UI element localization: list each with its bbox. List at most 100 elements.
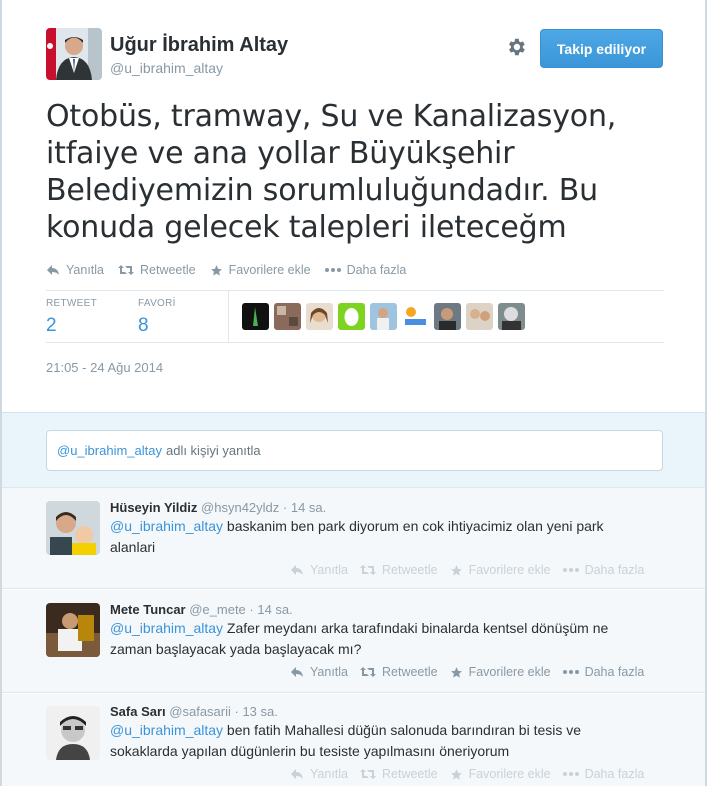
reply-avatar[interactable] [46,706,100,760]
reply-time[interactable]: · 14 sa. [249,602,292,617]
reply-input-placeholder: adlı kişiyi yanıtla [165,443,261,458]
reply-text: @u_ibrahim_altay ben fatih Mahallesi düğ… [110,720,650,762]
favorite-action[interactable]: Favorilere ekle [450,665,551,679]
reply-tweet[interactable]: Hüseyin Yildiz @hsyn42yldz · 14 sa. @u_i… [2,488,705,589]
retweet-label: Retweetle [140,263,196,277]
reply-mention[interactable]: @u_ibrahim_altay [110,722,223,738]
more-label: Daha fazla [584,665,645,679]
star-icon [450,564,462,576]
retweet-stat[interactable]: RETWEET 2 [46,298,97,337]
favorite-stat-label: FAVORİ [138,298,176,309]
gear-icon[interactable] [505,36,527,58]
reply-author-handle[interactable]: @e_mete [189,602,246,617]
favorite-action[interactable]: Favorilere ekle [450,767,551,781]
more-label: Daha fazla [346,263,407,277]
tweet-stats: RETWEET 2 FAVORİ 8 [46,290,664,343]
favoriter-avatar[interactable] [274,303,301,330]
reply-avatar[interactable] [46,603,100,657]
reply-action[interactable]: Yanıtla [46,263,104,277]
author-name[interactable]: Uğur İbrahim Altay [110,34,288,57]
reply-input-mention: @u_ibrahim_altay [57,443,162,458]
tweet-text: Otobüs, tramway, Su ve Kanalizasyon, itf… [46,99,617,245]
main-tweet: Uğur İbrahim Altay @u_ibrahim_altay Taki… [2,0,705,412]
favorite-count: 8 [138,315,149,336]
reply-avatar[interactable] [46,501,100,555]
stats-divider [228,291,229,343]
favorite-label: Favorilere ekle [468,665,551,679]
retweet-action[interactable]: Retweetle [360,563,438,577]
retweet-icon [118,265,134,275]
favorite-label: Favorilere ekle [468,563,551,577]
star-icon [210,264,222,276]
more-action[interactable]: Daha fazla [324,263,407,277]
reply-icon [47,265,59,275]
reply-text: @u_ibrahim_altay baskanim ben park diyor… [110,516,650,558]
favorite-label: Favorilere ekle [468,767,551,781]
reply-author-name[interactable]: Safa Sarı [110,704,166,719]
following-button[interactable]: Takip ediliyor [540,29,663,68]
retweet-label: Retweetle [382,767,438,781]
reply-label: Yanıtla [310,767,348,781]
reply-area: @u_ibrahim_altay adlı kişiyi yanıtla [2,412,705,488]
reply-label: Yanıtla [66,263,104,277]
favoriter-avatar[interactable] [466,303,493,330]
favorite-action[interactable]: Favorilere ekle [450,563,551,577]
reply-icon [291,667,303,677]
reply-icon [291,769,303,779]
favoriter-avatar[interactable] [498,303,525,330]
more-dots-icon [562,568,579,572]
reply-action[interactable]: Yanıtla [290,767,348,781]
retweet-count: 2 [46,315,57,336]
reply-action[interactable]: Yanıtla [290,665,348,679]
star-icon [450,768,462,780]
reply-header: Safa Sarı @safasarii · 13 sa. [110,704,278,719]
tweet-actions: Yanıtla Retweetle Favorilere ekle Daha f… [46,263,420,277]
reply-time[interactable]: · 13 sa. [235,704,278,719]
author-avatar[interactable] [46,28,102,80]
favorite-label: Favorilere ekle [228,263,311,277]
reply-header: Hüseyin Yildiz @hsyn42yldz · 14 sa. [110,500,326,515]
reply-label: Yanıtla [310,665,348,679]
more-dots-icon [562,670,579,674]
favorite-action[interactable]: Favorilere ekle [210,263,311,277]
favorite-stat[interactable]: FAVORİ 8 [138,298,176,337]
favoriter-avatar[interactable] [338,303,365,330]
more-label: Daha fazla [584,563,645,577]
favoriter-avatar[interactable] [402,303,429,330]
reply-mention[interactable]: @u_ibrahim_altay [110,518,223,534]
favoriter-avatars [242,303,530,330]
reply-author-name[interactable]: Mete Tuncar [110,602,186,617]
more-action[interactable]: Daha fazla [562,767,644,781]
retweet-label: Retweetle [382,665,438,679]
more-dots-icon [562,772,579,776]
more-action[interactable]: Daha fazla [562,665,645,679]
reply-author-name[interactable]: Hüseyin Yildiz [110,500,197,515]
retweet-action[interactable]: Retweetle [118,263,196,277]
reply-time[interactable]: · 14 sa. [283,500,326,515]
retweet-icon [360,667,376,677]
reply-tweet[interactable]: Mete Tuncar @e_mete · 14 sa. @u_ibrahim_… [2,590,705,693]
star-icon [450,666,462,678]
retweet-icon [360,565,376,575]
favoriter-avatar[interactable] [370,303,397,330]
reply-action[interactable]: Yanıtla [290,563,348,577]
retweet-label: Retweetle [382,563,438,577]
reply-input[interactable]: @u_ibrahim_altay adlı kişiyi yanıtla [46,430,663,471]
reply-header: Mete Tuncar @e_mete · 14 sa. [110,602,293,617]
reply-author-handle[interactable]: @hsyn42yldz [201,500,279,515]
favoriter-avatar[interactable] [306,303,333,330]
reply-mention[interactable]: @u_ibrahim_altay [110,620,223,636]
retweet-action[interactable]: Retweetle [360,767,438,781]
reply-text: @u_ibrahim_altay Zafer meydanı arka tara… [110,618,650,660]
reply-label: Yanıtla [310,563,348,577]
retweet-icon [360,769,376,779]
author-handle[interactable]: @u_ibrahim_altay [110,60,223,76]
favoriter-avatar[interactable] [434,303,461,330]
reply-actions: Yanıtla Retweetle Favorilere ekle Daha f… [290,563,656,577]
tweet-timestamp[interactable]: 21:05 - 24 Ağu 2014 [46,360,163,375]
reply-tweet[interactable]: Safa Sarı @safasarii · 13 sa. @u_ibrahim… [2,694,705,786]
favoriter-avatar[interactable] [242,303,269,330]
reply-author-handle[interactable]: @safasarii [169,704,231,719]
retweet-action[interactable]: Retweetle [360,665,438,679]
more-action[interactable]: Daha fazla [562,563,645,577]
